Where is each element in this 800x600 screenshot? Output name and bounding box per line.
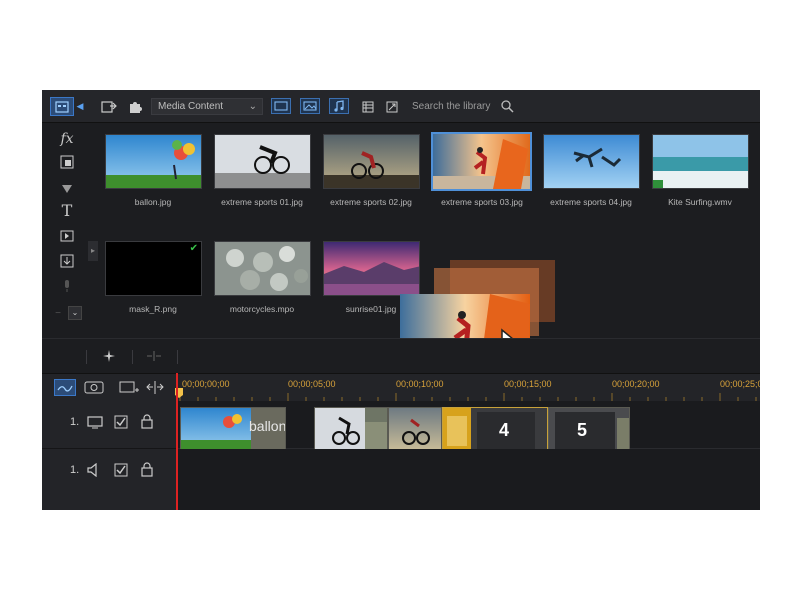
voice-over-icon[interactable] <box>59 279 75 295</box>
music-note-icon <box>334 100 344 112</box>
fullscreen-library-button[interactable] <box>384 97 400 116</box>
library-thumb-extreme-sports-01[interactable] <box>214 134 311 189</box>
separator <box>86 350 87 364</box>
timeline-ruler[interactable]: 00;00;00;00 00;00;05;00 00;00;10;00 00;0… <box>175 373 760 401</box>
separator <box>132 350 133 364</box>
pip-objects-icon[interactable] <box>59 155 75 171</box>
library-item-label: Kite Surfing.wmv <box>668 197 732 207</box>
audio-mixing-icon[interactable] <box>59 254 75 270</box>
more-rooms-button[interactable]: ⌄ <box>68 306 82 320</box>
library-item-label: extreme sports 02.jpg <box>330 197 412 207</box>
rooms-overflow-icon: − <box>55 308 61 319</box>
track-enable-checkbox[interactable] <box>114 415 128 429</box>
timecode-label: 00;00;05;00 <box>288 379 336 389</box>
plugins-button[interactable] <box>126 97 144 116</box>
media-content-dropdown[interactable]: Media Content ⌄ <box>151 98 263 115</box>
image-filter-icon <box>303 101 317 111</box>
media-room-button[interactable] <box>50 97 74 116</box>
library-thumb-kite-surfing[interactable] <box>652 134 749 189</box>
list-view-button[interactable] <box>360 97 376 116</box>
storyboard-view-icon <box>84 381 104 394</box>
puzzle-icon <box>130 101 142 113</box>
track-number: 1. <box>70 416 80 428</box>
import-media-button[interactable] <box>100 97 118 116</box>
check-icon: ✔ <box>189 243 198 254</box>
track-number: 1. <box>70 464 80 476</box>
magic-tools-icon[interactable] <box>102 349 116 363</box>
add-track-button[interactable] <box>118 379 140 396</box>
library-thumb-extreme-sports-03[interactable] <box>431 132 532 191</box>
search-icon[interactable] <box>500 99 514 113</box>
separator <box>177 350 178 364</box>
filter-audio-button[interactable] <box>329 98 349 114</box>
split-icon[interactable] <box>146 350 162 362</box>
fit-timeline-button[interactable] <box>145 379 165 396</box>
expand-icon <box>386 101 398 112</box>
video-track-header: 1. <box>42 401 176 449</box>
library-expand-handle[interactable]: ▸ <box>88 241 98 261</box>
library-thumb-motorcycles[interactable] <box>214 241 311 296</box>
timeline-tracks: 1. ballon 4 5 1. <box>42 401 760 510</box>
storyboard-view-button[interactable] <box>83 379 105 396</box>
filter-video-button[interactable] <box>271 98 291 114</box>
collapse-arrow-icon[interactable]: ◀ <box>75 97 85 116</box>
library-thumb-mask[interactable]: ✔ <box>105 241 202 296</box>
lock-icon[interactable] <box>140 462 154 477</box>
timeline-view-button[interactable] <box>54 379 76 396</box>
library-toolbar: ◀ Media Content ⌄ Search the library <box>42 90 760 123</box>
audio-track-header: 1. <box>42 449 176 510</box>
timeline-clip-balloon[interactable]: ballon <box>180 407 286 453</box>
library-thumb-extreme-sports-02[interactable] <box>323 134 420 189</box>
clip-number-label: 4 <box>499 420 510 440</box>
timecode-label: 00;00;00;00 <box>182 379 230 389</box>
video-track-lane[interactable]: ballon 4 5 <box>176 401 760 453</box>
video-editor-window: ◀ Media Content ⌄ Search the library fx … <box>42 90 760 510</box>
timecode-label: 00;00;20;00 <box>612 379 660 389</box>
timeline-clip-extreme-sports-02[interactable] <box>388 407 442 453</box>
library-item-label: extreme sports 03.jpg <box>441 197 523 207</box>
library-item-label: ballon.jpg <box>134 197 172 207</box>
library-item-label: mask_R.png <box>129 304 177 314</box>
fx-icon[interactable]: fx <box>59 131 75 147</box>
library-thumb-balloon[interactable] <box>105 134 202 189</box>
library-item-label: extreme sports 04.jpg <box>550 197 632 207</box>
transition-marker[interactable] <box>285 418 286 440</box>
media-content-label: Media Content <box>158 101 224 112</box>
timeline-tools-bar <box>42 338 760 373</box>
library-item-label: extreme sports 01.jpg <box>221 197 303 207</box>
playhead-line[interactable] <box>176 373 178 510</box>
clip-title: ballon <box>249 418 286 434</box>
video-filter-icon <box>274 101 288 111</box>
timeline-clip-extreme-sports-01[interactable] <box>314 407 388 453</box>
import-icon <box>101 100 117 113</box>
search-input[interactable]: Search the library <box>412 101 490 112</box>
media-room-icon <box>55 100 69 113</box>
timecode-label: 00;00;15;00 <box>504 379 552 389</box>
timecode-label: 00;00;10;00 <box>396 379 444 389</box>
lock-icon[interactable] <box>140 414 154 429</box>
grid-view-icon <box>362 101 374 112</box>
transition-icon[interactable] <box>59 229 75 245</box>
particle-icon[interactable] <box>59 181 75 197</box>
timeline-clip-extreme-sports-04[interactable]: 5 <box>548 407 630 453</box>
filter-image-button[interactable] <box>300 98 320 114</box>
video-track-icon <box>87 416 103 429</box>
fit-width-icon <box>146 381 164 394</box>
speaker-icon <box>87 463 97 477</box>
room-sidebar: fx T ⌄ − <box>42 123 88 338</box>
timeline-clip-extreme-sports-03[interactable]: 4 <box>442 407 548 453</box>
timecode-label: 00;00;25;00 <box>720 379 760 389</box>
library-thumb-extreme-sports-04[interactable] <box>543 134 640 189</box>
track-enable-checkbox[interactable] <box>114 463 128 477</box>
clip-number-label: 5 <box>577 420 588 440</box>
chevron-down-icon: ⌄ <box>248 101 257 112</box>
audio-track-lane[interactable] <box>176 449 760 510</box>
library-item-label: motorcycles.mpo <box>229 304 295 314</box>
title-icon[interactable]: T <box>59 203 75 219</box>
timeline-view-icon <box>57 385 73 392</box>
add-track-icon <box>119 381 139 393</box>
